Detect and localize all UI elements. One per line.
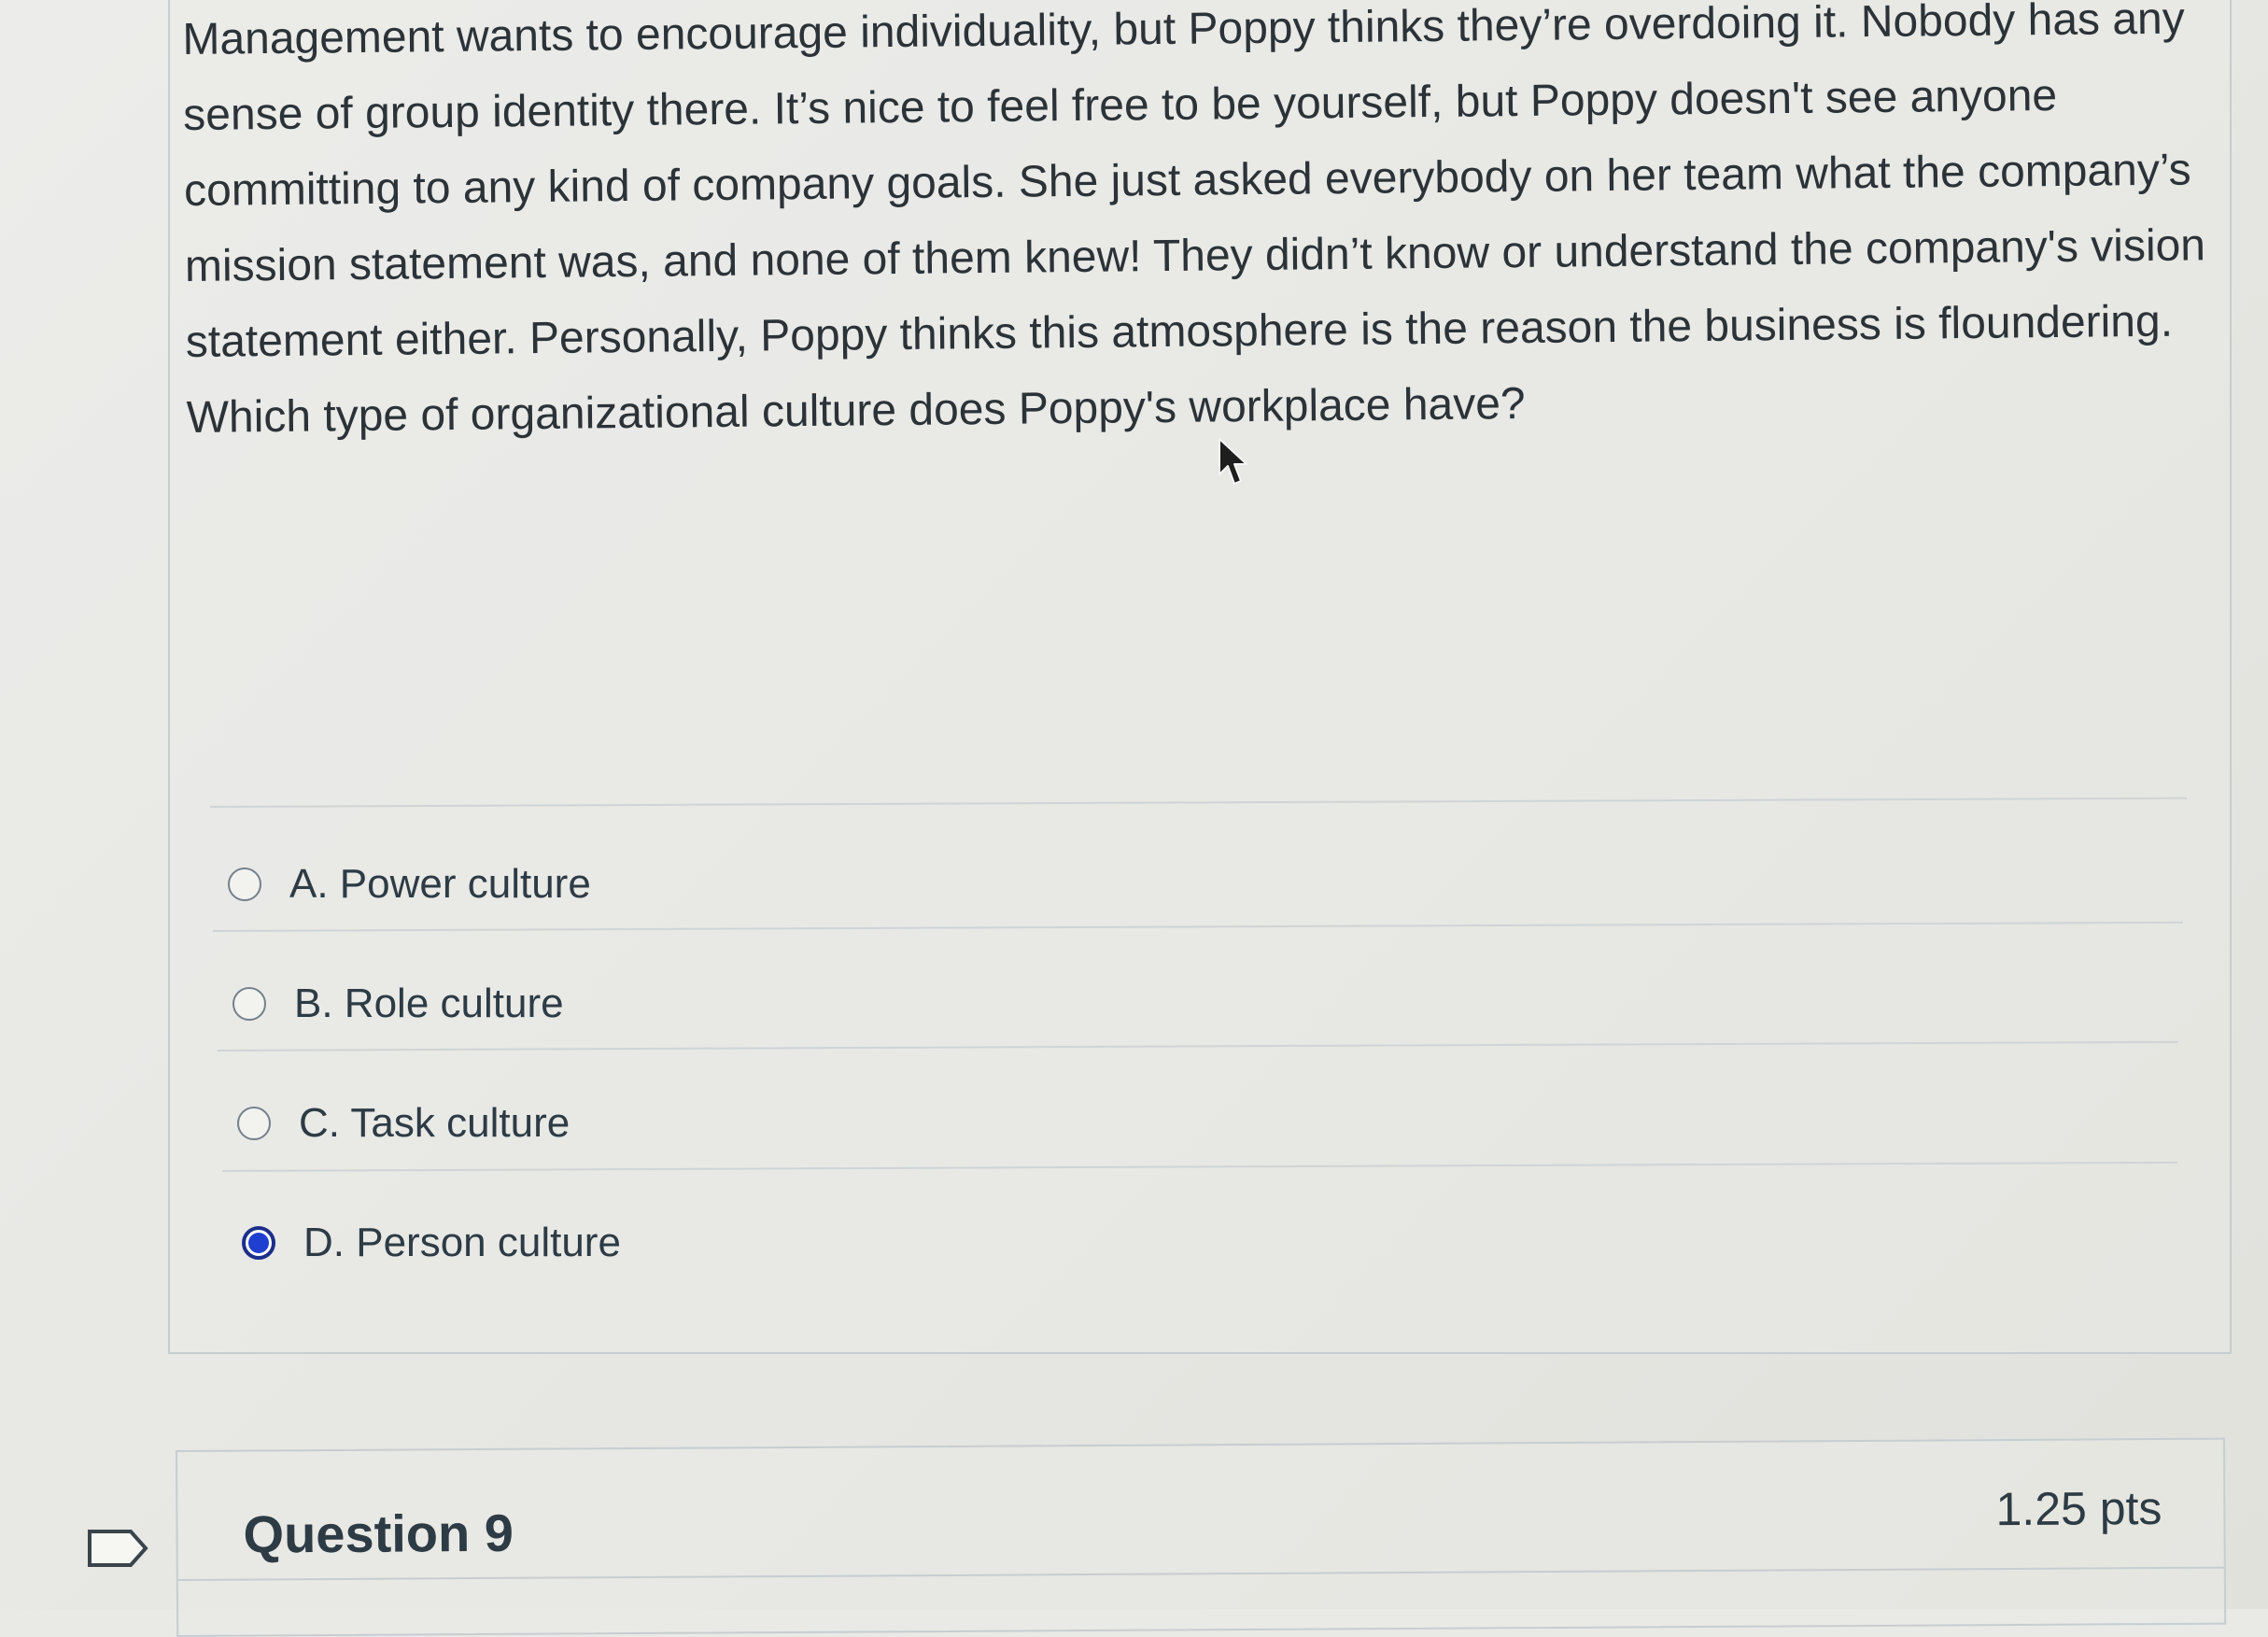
next-question-card: Question 9 1.25 pts bbox=[176, 1437, 2227, 1637]
answer-option-b[interactable]: B. Role culture bbox=[232, 971, 564, 1037]
radio-button-selected-icon[interactable] bbox=[242, 1226, 275, 1260]
question-text: Management wants to encourage individual… bbox=[182, 0, 2206, 443]
flag-outline-icon[interactable] bbox=[86, 1528, 151, 1569]
answer-label: C. Task culture bbox=[299, 1100, 571, 1146]
header-divider bbox=[177, 1566, 2224, 1581]
question-points: 1.25 pts bbox=[1995, 1482, 2162, 1536]
answer-option-a[interactable]: A. Power culture bbox=[228, 852, 591, 917]
answer-option-c[interactable]: C. Task culture bbox=[237, 1091, 570, 1156]
radio-button-icon[interactable] bbox=[232, 987, 266, 1021]
radio-button-icon[interactable] bbox=[228, 868, 261, 901]
quiz-page: Management wants to encourage individual… bbox=[0, 0, 2268, 1637]
question-title: Question 9 bbox=[243, 1503, 514, 1564]
answer-label: A. Power culture bbox=[289, 861, 591, 907]
radio-button-icon[interactable] bbox=[237, 1107, 271, 1140]
mouse-pointer-icon bbox=[1219, 438, 1247, 485]
answer-option-d[interactable]: D. Person culture bbox=[242, 1210, 621, 1276]
answer-label: D. Person culture bbox=[303, 1220, 621, 1265]
answer-label: B. Role culture bbox=[294, 981, 564, 1026]
